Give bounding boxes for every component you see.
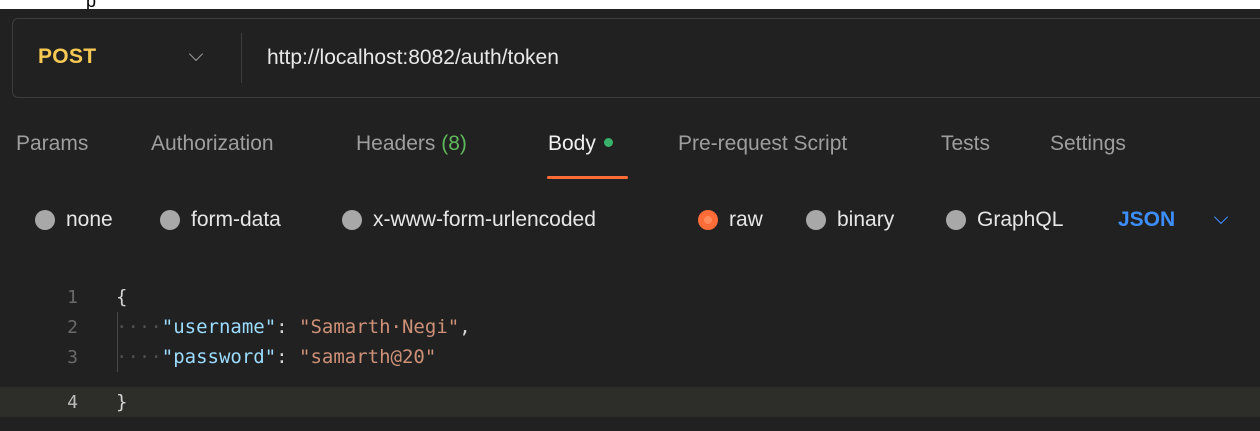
indent-guide xyxy=(117,312,118,372)
radio-x-www-form-urlencoded-label: x-www-form-urlencoded xyxy=(373,208,596,231)
body-format-select[interactable]: JSON xyxy=(1118,200,1229,240)
json-editor[interactable]: 1 { 2 ····"username": "Samarth·Negi", 3 … xyxy=(0,282,1260,431)
radio-x-www-form-urlencoded[interactable]: x-www-form-urlencoded xyxy=(342,200,596,240)
json-string-value: "samarth@20" xyxy=(299,346,437,368)
radio-none-label: none xyxy=(66,208,113,231)
partial-title-glyph: p xyxy=(86,0,96,9)
close-brace: } xyxy=(116,391,128,413)
tab-settings-label: Settings xyxy=(1050,132,1126,155)
radio-raw[interactable]: raw xyxy=(698,200,763,240)
tab-tests[interactable]: Tests xyxy=(941,132,990,156)
json-key: "username" xyxy=(161,316,277,338)
indent-whitespace: ···· xyxy=(116,346,162,368)
radio-none[interactable]: none xyxy=(35,200,113,240)
tab-authorization[interactable]: Authorization xyxy=(151,132,274,156)
tab-settings[interactable]: Settings xyxy=(1050,132,1126,156)
radio-selected-icon xyxy=(698,210,718,230)
tab-body-label: Body xyxy=(548,132,596,155)
format-label: JSON xyxy=(1118,208,1176,231)
tab-params-label: Params xyxy=(16,132,89,155)
active-tab-indicator xyxy=(547,176,628,179)
radio-graphql[interactable]: GraphQL xyxy=(946,200,1063,240)
tab-pre-request-script-label: Pre-request Script xyxy=(678,132,848,155)
tab-authorization-label: Authorization xyxy=(151,132,274,155)
request-tabs: Params Authorization Headers (8) Body Pr… xyxy=(0,128,1260,179)
line-number: 3 xyxy=(67,347,78,368)
chevron-down-icon xyxy=(1213,209,1229,225)
tab-tests-label: Tests xyxy=(941,132,991,155)
code-line: 1 { xyxy=(0,282,1260,312)
method-label: POST xyxy=(38,45,97,68)
indent-whitespace: ···· xyxy=(116,316,162,338)
radio-graphql-label: GraphQL xyxy=(977,208,1064,231)
code-text: { xyxy=(116,286,127,308)
radio-icon xyxy=(160,210,180,230)
line-number: 4 xyxy=(67,392,78,413)
radio-icon xyxy=(946,210,966,230)
radio-icon xyxy=(35,210,55,230)
tab-pre-request-script[interactable]: Pre-request Script xyxy=(678,132,847,156)
tab-headers[interactable]: Headers (8) xyxy=(356,132,467,156)
json-key: "password" xyxy=(161,346,277,368)
code-text: } xyxy=(116,391,127,413)
json-comma: , xyxy=(459,316,471,338)
json-string-value: "Samarth·Negi" xyxy=(299,316,460,338)
radio-raw-label: raw xyxy=(729,208,763,231)
request-bar: POST xyxy=(12,18,1260,98)
radio-binary[interactable]: binary xyxy=(806,200,894,240)
body-type-options: none form-data x-www-form-urlencoded raw… xyxy=(0,200,1260,240)
json-colon: : xyxy=(276,316,300,338)
chevron-down-icon xyxy=(188,46,204,62)
window-top-strip: p xyxy=(0,0,1260,9)
open-brace: { xyxy=(116,286,128,308)
line-number: 2 xyxy=(67,317,78,338)
method-url-divider xyxy=(241,33,242,83)
json-colon: : xyxy=(276,346,300,368)
radio-icon xyxy=(806,210,826,230)
code-text: ····"password": "samarth@20" xyxy=(116,346,436,368)
code-line: 3 ····"password": "samarth@20" xyxy=(0,342,1260,372)
line-number: 1 xyxy=(67,287,78,308)
radio-form-data[interactable]: form-data xyxy=(160,200,281,240)
body-modified-dot-icon xyxy=(603,137,613,147)
method-select[interactable]: POST xyxy=(13,19,241,97)
url-input[interactable] xyxy=(267,19,1167,97)
tab-params[interactable]: Params xyxy=(16,132,88,156)
tab-headers-label: Headers xyxy=(356,132,436,155)
code-text: ····"username": "Samarth·Negi", xyxy=(116,316,471,338)
code-line: 2 ····"username": "Samarth·Negi", xyxy=(0,312,1260,342)
radio-icon xyxy=(342,210,362,230)
code-line-current: 4 } xyxy=(0,387,1260,417)
tab-body[interactable]: Body xyxy=(548,132,613,156)
radio-binary-label: binary xyxy=(837,208,895,231)
headers-count-badge: (8) xyxy=(441,132,467,155)
radio-form-data-label: form-data xyxy=(191,208,281,231)
